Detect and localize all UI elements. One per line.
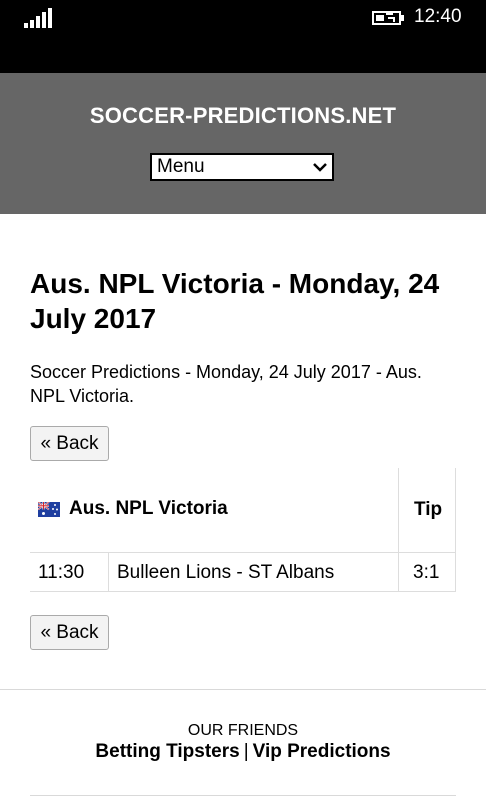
clock: 12:40 (414, 6, 462, 27)
tip-header: Tip (414, 499, 443, 520)
betting-tipsters-link[interactable]: Betting Tipsters (95, 741, 239, 762)
page-description: Soccer Predictions - Monday, 24 July 201… (30, 362, 422, 406)
header-divider (398, 468, 399, 552)
menu-dropdown[interactable]: Menu (150, 153, 334, 181)
competition-header: Aus. NPL Victoria (38, 498, 228, 520)
menu-selected-value: Menu (157, 156, 205, 177)
match-time: 11:30 (38, 562, 85, 583)
site-title[interactable]: SOCCER-PREDICTIONS.NET (0, 103, 486, 129)
back-button[interactable]: « Back (30, 426, 109, 461)
battery-charging-icon (372, 11, 404, 25)
cell-divider (108, 552, 109, 592)
chevron-down-icon (313, 163, 327, 172)
section-divider (0, 689, 486, 690)
back-button[interactable]: « Back (30, 615, 109, 650)
match-tip: 3:1 (413, 562, 440, 583)
cell-divider (398, 552, 399, 592)
link-separator: | (243, 741, 249, 762)
predictions-table: Aus. NPL Victoria Tip 11:30 Bulleen Lion… (30, 468, 456, 592)
friends-links: Betting Tipsters | Vip Predictions (0, 741, 486, 763)
row-divider (30, 591, 456, 592)
row-divider (30, 552, 456, 553)
footer-divider (30, 795, 456, 796)
table-border-right (455, 468, 456, 592)
signal-bars-icon (24, 8, 56, 28)
vip-predictions-link[interactable]: Vip Predictions (253, 741, 391, 762)
site-header: SOCCER-PREDICTIONS.NET Menu (0, 73, 486, 214)
match-teams[interactable]: Bulleen Lions - ST Albans (117, 562, 334, 584)
table-header: Aus. NPL Victoria Tip (30, 468, 456, 552)
status-bar: 12:40 (0, 0, 486, 73)
australia-flag-icon (38, 501, 60, 517)
competition-name[interactable]: Aus. NPL Victoria (69, 498, 228, 520)
friends-label: OUR FRIENDS (187, 722, 299, 739)
page-title: Aus. NPL Victoria - Monday, 24 July 2017 (30, 268, 440, 334)
